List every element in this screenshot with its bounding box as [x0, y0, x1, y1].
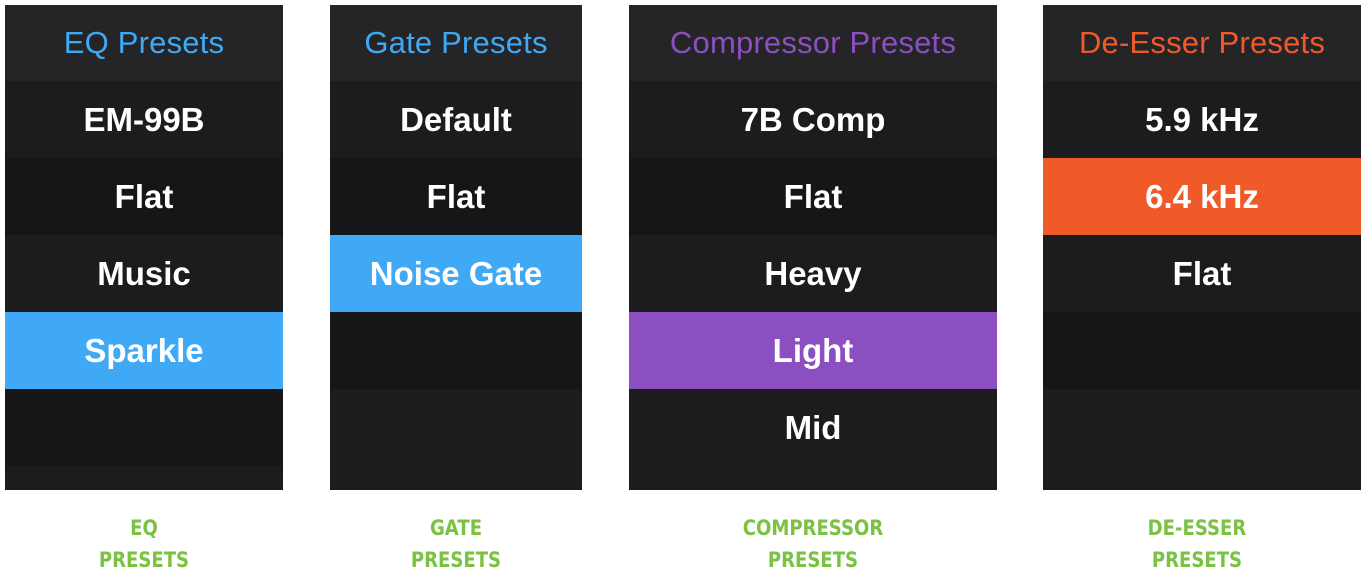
eq-preset-item[interactable]: Flat [5, 158, 283, 235]
compressor-preset-item[interactable]: Heavy [629, 235, 997, 312]
caption-line: EQ [130, 516, 158, 540]
compressor-presets-title: Compressor Presets [629, 5, 997, 81]
deesser-preset-item[interactable]: 5.9 kHz [1043, 81, 1361, 158]
gate-presets-caption: GATE PRESETS [370, 512, 542, 576]
gate-preset-item-selected[interactable]: Noise Gate [330, 235, 582, 312]
deesser-presets-caption: DE-ESSER PRESETS [1111, 512, 1283, 576]
eq-presets-title: EQ Presets [5, 5, 283, 81]
deesser-preset-empty-row [1043, 312, 1361, 389]
compressor-presets-caption: COMPRESSOR PRESETS [727, 512, 899, 576]
eq-preset-item[interactable]: Music [5, 235, 283, 312]
gate-presets-title: Gate Presets [330, 5, 582, 81]
caption-line: COMPRESSOR [742, 516, 884, 540]
deesser-preset-item[interactable]: Flat [1043, 235, 1361, 312]
gate-preset-empty-row [330, 312, 582, 389]
compressor-preset-item[interactable]: 7B Comp [629, 81, 997, 158]
eq-preset-item[interactable]: EM-99B [5, 81, 283, 158]
caption-line: GATE [429, 516, 483, 540]
gate-preset-item[interactable]: Default [330, 81, 582, 158]
eq-preset-empty-row [5, 389, 283, 466]
deesser-presets-title: De-Esser Presets [1043, 5, 1361, 81]
caption-line: DE-ESSER [1147, 516, 1247, 540]
compressor-presets-list: 7B Comp Flat Heavy Light Mid [629, 81, 997, 466]
compressor-preset-item[interactable]: Flat [629, 158, 997, 235]
eq-preset-item-selected[interactable]: Sparkle [5, 312, 283, 389]
eq-presets-panel: EQ Presets EM-99B Flat Music Sparkle [5, 5, 283, 490]
deesser-preset-item-selected[interactable]: 6.4 kHz [1043, 158, 1361, 235]
compressor-preset-item-selected[interactable]: Light [629, 312, 997, 389]
deesser-preset-empty-row [1043, 389, 1361, 466]
deesser-presets-panel: De-Esser Presets 5.9 kHz 6.4 kHz Flat [1043, 5, 1361, 490]
caption-line: PRESETS [410, 548, 502, 572]
caption-line: PRESETS [98, 548, 190, 572]
eq-presets-caption: EQ PRESETS [58, 512, 230, 576]
gate-preset-empty-row [330, 389, 582, 466]
caption-line: PRESETS [1151, 548, 1243, 572]
deesser-presets-list: 5.9 kHz 6.4 kHz Flat [1043, 81, 1361, 466]
gate-presets-panel: Gate Presets Default Flat Noise Gate [330, 5, 582, 490]
compressor-preset-item[interactable]: Mid [629, 389, 997, 466]
gate-presets-list: Default Flat Noise Gate [330, 81, 582, 466]
eq-presets-list: EM-99B Flat Music Sparkle [5, 81, 283, 466]
compressor-presets-panel: Compressor Presets 7B Comp Flat Heavy Li… [629, 5, 997, 490]
gate-preset-item[interactable]: Flat [330, 158, 582, 235]
caption-line: PRESETS [767, 548, 859, 572]
